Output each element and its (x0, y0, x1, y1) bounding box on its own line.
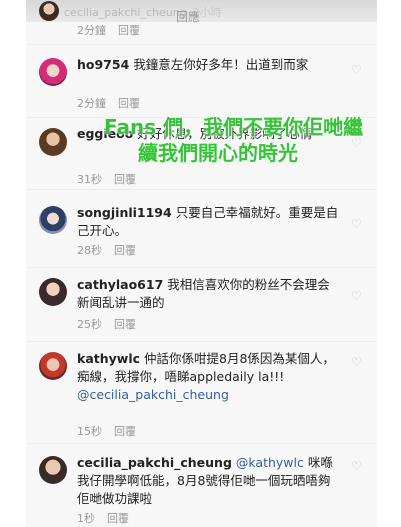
comment-text: cathylao617 我相信喜欢你的粉丝不会理会新闻乱讲一通的 (77, 276, 339, 312)
avatar[interactable] (39, 352, 67, 380)
reply-button[interactable]: 回覆 (114, 318, 136, 331)
comment-item: kathywlc 仲話你係咁提8月8係因為某個人，痴線，我撐你，唔睇appled… (26, 344, 377, 444)
reply-button[interactable]: 回覆 (118, 97, 140, 110)
overlay-line-1: Fans 們，我們不要你佢哋繼 (104, 115, 364, 139)
comment-item: 2分鐘 回覆 (26, 20, 377, 45)
comment-meta: 28秒 回覆 (77, 242, 136, 258)
comment-text: kathywlc 仲話你係咁提8月8係因為某個人，痴線，我撐你，唔睇appled… (77, 350, 339, 404)
comment-username[interactable]: songjinli1194 (77, 205, 172, 220)
comments-screen: cecilia_pakchi_cheung 2小時 回應 2分鐘 回覆 ho9754… (26, 0, 377, 527)
comment-time: 1秒 (77, 512, 95, 525)
reply-button[interactable]: 回覆 (107, 512, 129, 525)
avatar[interactable] (39, 456, 67, 484)
comment-time: 15秒 (77, 425, 102, 438)
avatar[interactable] (39, 128, 67, 156)
comment-item: cecilia_pakchi_cheung @kathywlc 咪喺我仔開學啊低… (26, 448, 377, 527)
comment-username[interactable]: cecilia_pakchi_cheung (77, 455, 232, 470)
comment-meta: 15秒 回覆 (77, 423, 136, 439)
comment-username[interactable]: kathywlc (77, 351, 140, 366)
comment-item: ho9754 我鐘意左你好多年！出道到而家 2分鐘 回覆 ♡ (26, 50, 377, 118)
avatar[interactable] (39, 278, 67, 306)
comment-time: 31秒 (77, 173, 102, 186)
top-username-text[interactable]: cecilia_pakchi_cheung (64, 6, 187, 19)
avatar[interactable] (39, 58, 67, 86)
heart-outline-icon[interactable]: ♡ (351, 64, 364, 76)
comment-mention[interactable]: @kathywlc (236, 455, 304, 470)
heart-outline-icon[interactable]: ♡ (351, 356, 364, 368)
comment-mention[interactable]: @cecilia_pakchi_cheung (77, 386, 339, 404)
heart-outline-icon[interactable]: ♡ (351, 460, 364, 472)
heart-outline-icon[interactable]: ♡ (351, 218, 364, 230)
comment-meta: 25秒 回覆 (77, 316, 136, 332)
reply-button[interactable]: 回覆 (114, 173, 136, 186)
heart-outline-icon[interactable]: ♡ (351, 290, 364, 302)
reply-button[interactable]: 回覆 (114, 244, 136, 257)
comment-meta: 1秒 回覆 (77, 510, 129, 526)
reply-button[interactable]: 回覆 (114, 425, 136, 438)
comment-username[interactable]: ho9754 (77, 57, 129, 72)
comment-meta: 31秒 回覆 (77, 171, 136, 187)
avatar[interactable] (39, 206, 67, 234)
comment-time: 2分鐘 (77, 24, 106, 37)
comment-meta: 2分鐘 回覆 (77, 95, 140, 111)
comment-item: cathylao617 我相信喜欢你的粉丝不会理会新闻乱讲一通的 25秒 回覆 ♡ (26, 270, 377, 342)
comment-body: 我鐘意左你好多年！出道到而家 (133, 57, 309, 72)
avatar[interactable] (39, 1, 59, 21)
comment-text: cecilia_pakchi_cheung @kathywlc 咪喺我仔開學啊低… (77, 454, 339, 508)
overlay-caption: Fans 們，我們不要你佢哋繼 續我們開心的時光 (104, 114, 377, 166)
comment-time: 2分鐘 (77, 97, 106, 110)
comment-time: 28秒 (77, 244, 102, 257)
comment-meta: 2分鐘 回覆 (77, 22, 140, 38)
reply-button[interactable]: 回覆 (118, 24, 140, 37)
top-header-strip: cecilia_pakchi_cheung 2小時 (26, 0, 377, 22)
comment-username[interactable]: cathylao617 (77, 277, 163, 292)
comment-time: 25秒 (77, 318, 102, 331)
comment-item: songjinli1194 只要自己幸福就好。重要是自己开心。 28秒 回覆 ♡ (26, 198, 377, 268)
overlay-line-2: 續我們開心的時光 (138, 141, 298, 165)
comment-text: songjinli1194 只要自己幸福就好。重要是自己开心。 (77, 204, 339, 240)
comment-text: ho9754 我鐘意左你好多年！出道到而家 (77, 56, 339, 74)
